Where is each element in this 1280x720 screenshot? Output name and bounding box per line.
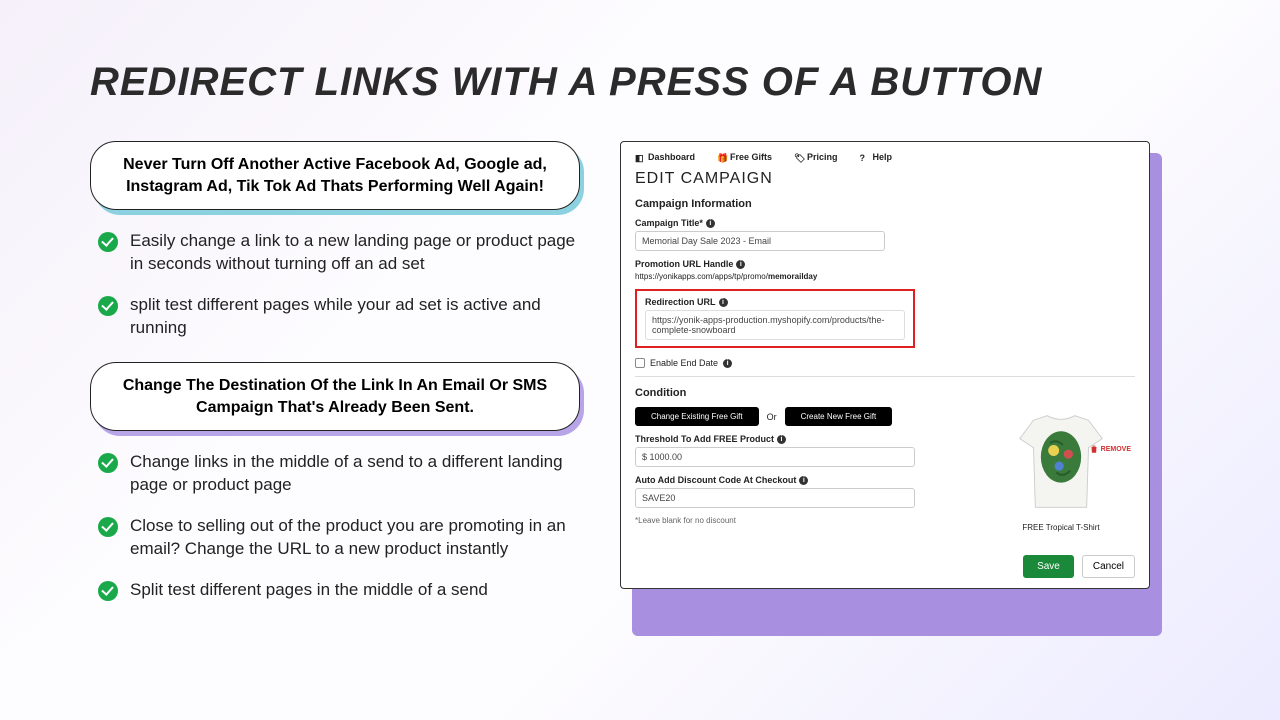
nav-pricing[interactable]: 🏷Pricing <box>794 152 838 162</box>
check-icon <box>98 232 118 252</box>
check-icon <box>98 581 118 601</box>
check-icon <box>98 453 118 473</box>
save-button[interactable]: Save <box>1023 555 1074 578</box>
info-icon: i <box>799 476 808 485</box>
product-preview: REMOVE FREE Tropical T-Shi <box>991 404 1131 532</box>
cancel-button[interactable]: Cancel <box>1082 555 1135 578</box>
bullet-text: Easily change a link to a new landing pa… <box>130 230 580 276</box>
nav-free-gifts[interactable]: 🎁Free Gifts <box>717 152 772 162</box>
or-text: Or <box>767 412 777 422</box>
app-screenshot-panel: ◧Dashboard 🎁Free Gifts 🏷Pricing ?Help ED… <box>620 141 1150 589</box>
divider <box>635 376 1135 377</box>
help-icon: ? <box>860 153 869 162</box>
redirection-label: Redirection URLi <box>645 297 905 307</box>
tshirt-image <box>1006 404 1116 519</box>
promo-handle-url: https://yonikapps.com/apps/tp/promo/memo… <box>635 272 1135 281</box>
pricing-icon: 🏷 <box>794 153 803 162</box>
bullets-group-a: Easily change a link to a new landing pa… <box>98 230 580 340</box>
checkbox-icon[interactable] <box>635 358 645 368</box>
bullet-text: Change links in the middle of a send to … <box>130 451 580 497</box>
top-nav: ◧Dashboard 🎁Free Gifts 🏷Pricing ?Help <box>635 152 1135 162</box>
callout-ads: Never Turn Off Another Active Facebook A… <box>90 141 580 210</box>
change-gift-button[interactable]: Change Existing Free Gift <box>635 407 759 426</box>
nav-help[interactable]: ?Help <box>860 152 893 162</box>
enable-end-date-label: Enable End Date <box>650 358 718 368</box>
bullet-text: Close to selling out of the product you … <box>130 515 580 561</box>
section-condition: Condition <box>635 387 1135 399</box>
info-icon: i <box>706 219 715 228</box>
callout-email: Change The Destination Of the Link In An… <box>90 362 580 431</box>
nav-dashboard[interactable]: ◧Dashboard <box>635 152 695 162</box>
section-campaign-info: Campaign Information <box>635 198 1135 210</box>
left-column: Never Turn Off Another Active Facebook A… <box>90 141 580 624</box>
promo-handle-label: Promotion URL Handlei <box>635 259 1135 269</box>
check-icon <box>98 517 118 537</box>
redirection-input[interactable]: https://yonik-apps-production.myshopify.… <box>645 310 905 340</box>
panel-title: EDIT CAMPAIGN <box>635 170 1135 188</box>
info-icon: i <box>719 298 728 307</box>
dashboard-icon: ◧ <box>635 153 644 162</box>
bullet-text: Split test different pages in the middle… <box>130 579 488 602</box>
campaign-title-label: Campaign Title*i <box>635 218 1135 228</box>
bullet-text: split test different pages while your ad… <box>130 294 580 340</box>
threshold-input[interactable]: $ 1000.00 <box>635 447 915 467</box>
create-gift-button[interactable]: Create New Free Gift <box>785 407 893 426</box>
redirection-highlight: Redirection URLi https://yonik-apps-prod… <box>635 289 915 348</box>
info-icon: i <box>777 435 786 444</box>
check-icon <box>98 296 118 316</box>
bullets-group-b: Change links in the middle of a send to … <box>98 451 580 602</box>
page-headline: REDIRECT LINKS WITH A PRESS OF A BUTTON <box>90 60 1190 105</box>
product-caption: FREE Tropical T-Shirt <box>991 523 1131 532</box>
discount-input[interactable]: SAVE20 <box>635 488 915 508</box>
enable-end-date-row[interactable]: Enable End Date i <box>635 358 1135 368</box>
info-icon: i <box>723 359 732 368</box>
campaign-title-input[interactable]: Memorial Day Sale 2023 - Email <box>635 231 885 251</box>
gift-icon: 🎁 <box>717 153 726 162</box>
info-icon: i <box>736 260 745 269</box>
